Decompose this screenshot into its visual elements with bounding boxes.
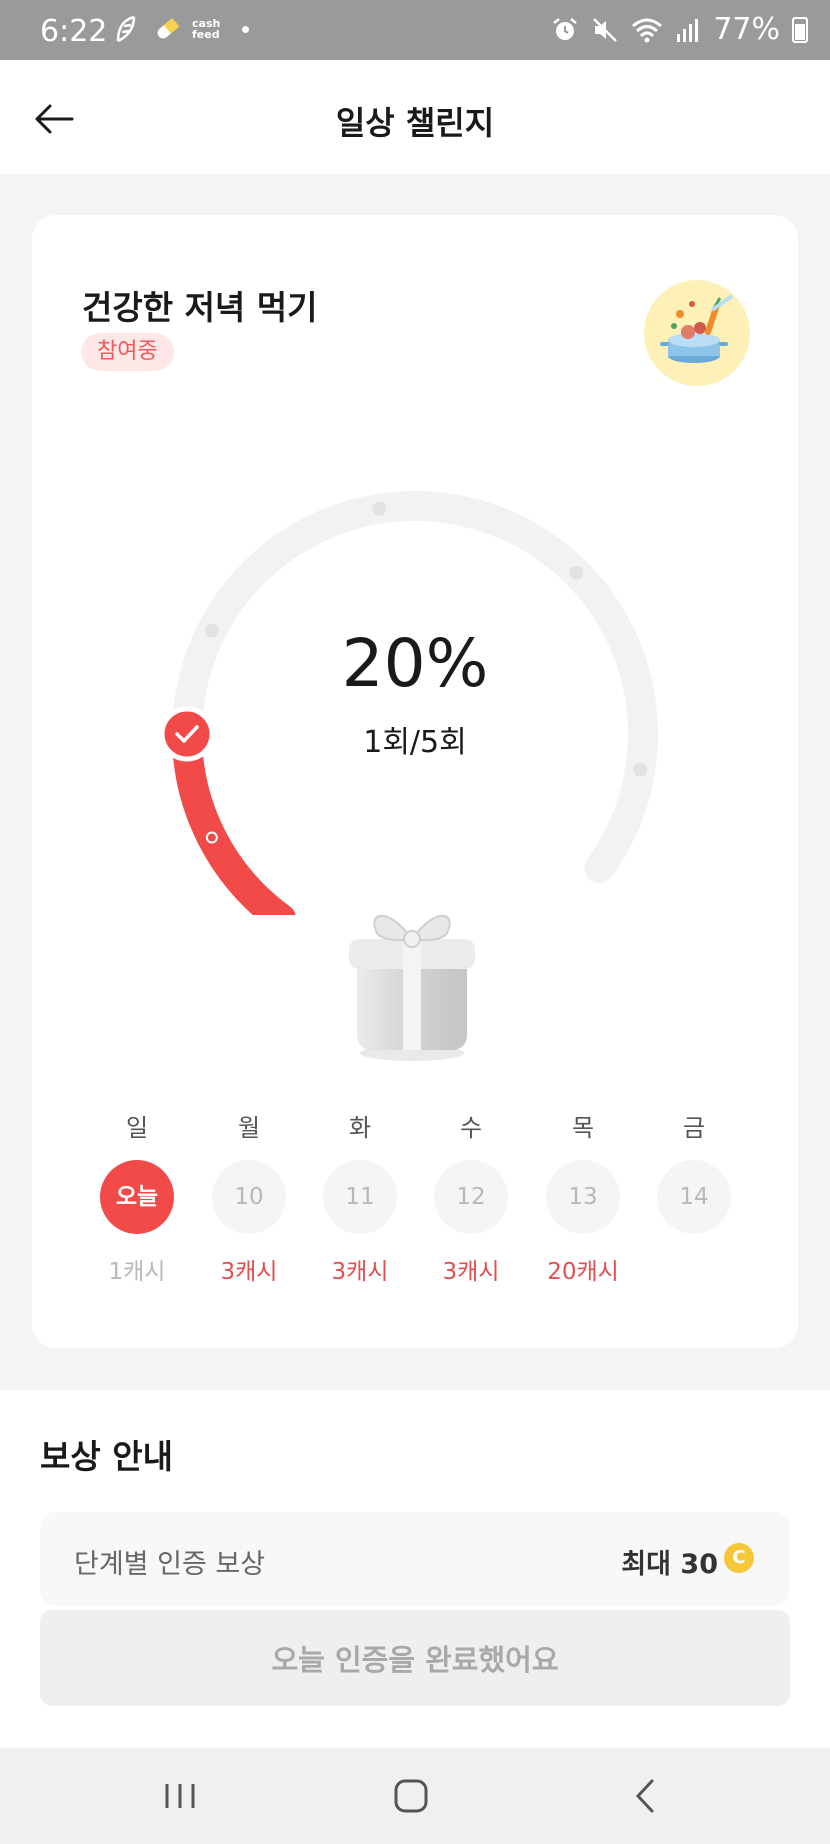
gift-box-image xyxy=(337,895,487,1065)
status-left-icons: cash feed xyxy=(112,14,250,44)
reward-row-value: 최대 30 xyxy=(621,1549,718,1580)
day-item: 수 12 3캐시 xyxy=(426,1108,516,1285)
day-item: 화 11 3캐시 xyxy=(315,1108,405,1285)
feather-icon xyxy=(116,15,136,43)
day-name: 화 xyxy=(348,1114,372,1142)
day-reward: 20캐시 xyxy=(547,1259,619,1285)
day-name: 월 xyxy=(237,1114,261,1142)
cashfeed-icon: cash feed xyxy=(192,18,220,40)
recent-apps-icon xyxy=(165,1784,195,1808)
day-item: 일 오늘 1캐시 xyxy=(92,1108,182,1285)
page-title: 일상 챌린지 xyxy=(335,104,495,142)
day-reward: 3캐시 xyxy=(331,1259,389,1285)
status-time: 6:22 xyxy=(40,14,108,49)
day-item: 목 13 20캐시 xyxy=(538,1108,628,1285)
cashfeed-label-2: feed xyxy=(192,28,220,41)
day-item: 월 10 3캐시 xyxy=(204,1108,294,1285)
notification-dot-icon xyxy=(242,25,250,33)
challenge-card: 건강한 저녁 먹기 참여중 20% 1회/5회 일 오늘 1캐시 월 10 3캐… xyxy=(32,215,798,1348)
progress-percent: 20% xyxy=(341,625,489,702)
chevron-left-icon xyxy=(635,1779,654,1813)
gauge-progress xyxy=(172,719,296,915)
progress-count: 1회/5회 xyxy=(363,725,467,760)
day-reward: 1캐시 xyxy=(108,1259,166,1285)
wifi-icon xyxy=(632,18,663,42)
coin-icon: C xyxy=(724,1543,754,1573)
day-name: 목 xyxy=(571,1114,595,1142)
gauge-step-marker xyxy=(372,501,387,516)
day-name: 수 xyxy=(459,1114,483,1142)
mute-icon xyxy=(593,17,618,42)
reward-info-section: 보상 안내 단계별 인증 보상 최대 30 C 오늘 인증을 완료했어요 xyxy=(0,1390,830,1748)
recent-apps-button[interactable] xyxy=(145,1766,215,1826)
pill-icon xyxy=(157,18,180,39)
complete-verification-button[interactable]: 오늘 인증을 완료했어요 xyxy=(40,1610,790,1706)
day-circle[interactable]: 10 xyxy=(212,1160,286,1234)
day-reward: 3캐시 xyxy=(442,1259,500,1285)
status-bar: 6:22 cash feed 77% xyxy=(0,0,830,60)
reward-row-label: 단계별 인증 보상 xyxy=(74,1549,266,1580)
home-button[interactable] xyxy=(376,1766,446,1826)
day-circle[interactable]: 13 xyxy=(546,1160,620,1234)
gauge-step-marker xyxy=(633,762,648,777)
day-name: 금 xyxy=(682,1114,706,1142)
gauge-step-marker xyxy=(569,565,584,580)
reward-info-title: 보상 안내 xyxy=(40,1437,173,1476)
day-reward xyxy=(649,1252,739,1282)
day-name: 일 xyxy=(125,1114,149,1142)
system-nav-bar xyxy=(0,1748,830,1844)
gift-icon xyxy=(349,914,475,1061)
alarm-icon xyxy=(553,17,578,40)
day-circle[interactable]: 11 xyxy=(323,1160,397,1234)
day-circle[interactable]: 14 xyxy=(657,1160,731,1234)
battery-icon xyxy=(792,16,808,43)
signal-icon xyxy=(677,18,699,42)
home-icon xyxy=(394,1779,428,1813)
system-back-button[interactable] xyxy=(610,1766,680,1826)
day-reward: 3캐시 xyxy=(220,1259,278,1285)
progress-gauge xyxy=(159,491,658,915)
top-app-bar: 일상 챌린지 xyxy=(0,60,830,174)
day-circle[interactable]: 오늘 xyxy=(100,1160,174,1234)
day-item: 금 14 xyxy=(649,1108,739,1282)
weekday-tracker: 일 오늘 1캐시 월 10 3캐시 화 11 3캐시 수 12 3캐시 목 13… xyxy=(32,1108,798,1308)
reward-row: 단계별 인증 보상 최대 30 C xyxy=(40,1512,790,1606)
day-circle[interactable]: 12 xyxy=(434,1160,508,1234)
battery-percent: 77% xyxy=(713,12,780,47)
status-right-icons: 77% xyxy=(551,12,808,47)
